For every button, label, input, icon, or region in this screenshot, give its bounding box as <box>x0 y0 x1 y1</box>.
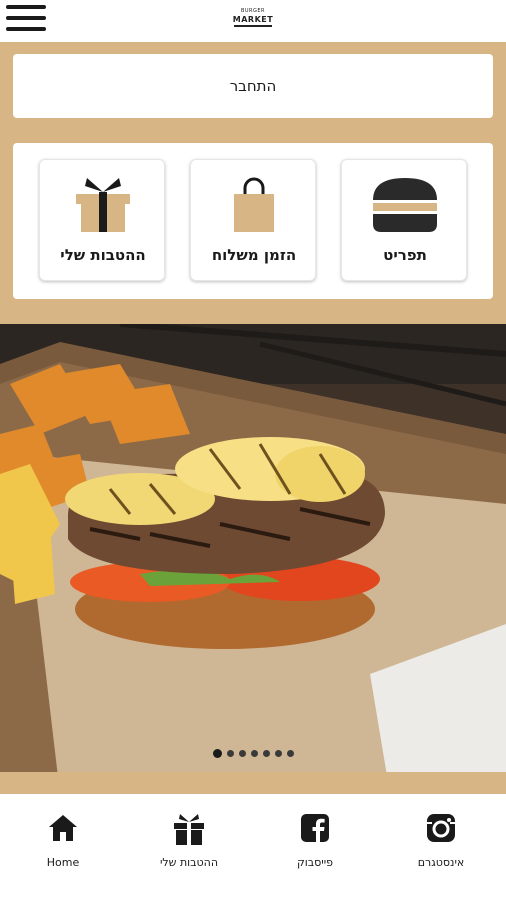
nav-label: ההטבות שלי <box>159 856 219 869</box>
login-button[interactable]: התחבר <box>13 54 493 118</box>
tile-label: ההטבות שלי <box>60 246 146 264</box>
facebook-icon <box>301 814 329 842</box>
brand-logo[interactable]: BURGER MARKET <box>232 8 274 32</box>
gift-icon <box>76 178 130 232</box>
nav-label: Home <box>46 856 80 869</box>
burger-photo <box>0 324 506 794</box>
carousel-dot[interactable] <box>262 750 270 757</box>
logo-line1: BURGER <box>240 8 266 14</box>
home-icon <box>49 815 77 841</box>
logo-underline <box>234 25 272 27</box>
nav-home[interactable]: Home <box>0 812 126 882</box>
carousel-dot[interactable] <box>226 750 234 757</box>
logo-line2: MARKET <box>232 15 274 24</box>
gift-icon <box>174 814 204 845</box>
nav-my-benefits[interactable]: ההטבות שלי <box>126 812 252 882</box>
carousel-dot[interactable] <box>286 750 294 757</box>
tile-my-benefits[interactable]: ההטבות שלי <box>39 159 165 281</box>
instagram-icon <box>427 814 455 842</box>
shopping-bag-icon <box>234 177 274 232</box>
tile-label: תפריט <box>383 246 427 264</box>
nav-instagram[interactable]: אינסטגרם <box>378 812 504 882</box>
tile-order-delivery[interactable]: הזמן משלוח <box>190 159 316 281</box>
carousel-dot[interactable] <box>274 750 282 757</box>
hero-bottom-strip <box>0 772 506 794</box>
nav-label: פייסבוק <box>296 856 334 869</box>
hero-carousel-image[interactable] <box>0 324 506 794</box>
quick-actions: ההטבות שלי הזמן משלוח תפריט <box>13 143 493 299</box>
tile-label: הזמן משלוח <box>211 246 297 264</box>
bottom-nav: Home ההטבות שלי פייסבוק אינסטגרם <box>0 794 506 900</box>
login-button-label: התחבר <box>229 77 277 95</box>
carousel-dot[interactable] <box>238 750 246 757</box>
carousel-dot[interactable] <box>212 749 222 758</box>
nav-facebook[interactable]: פייסבוק <box>252 812 378 882</box>
carousel-indicators <box>0 749 506 760</box>
burger-icon <box>373 178 437 232</box>
top-bar: BURGER MARKET <box>0 0 506 42</box>
hamburger-menu-icon[interactable] <box>6 3 46 33</box>
carousel-dot[interactable] <box>250 750 258 757</box>
nav-label: אינסטגרם <box>417 856 465 869</box>
tile-menu[interactable]: תפריט <box>341 159 467 281</box>
